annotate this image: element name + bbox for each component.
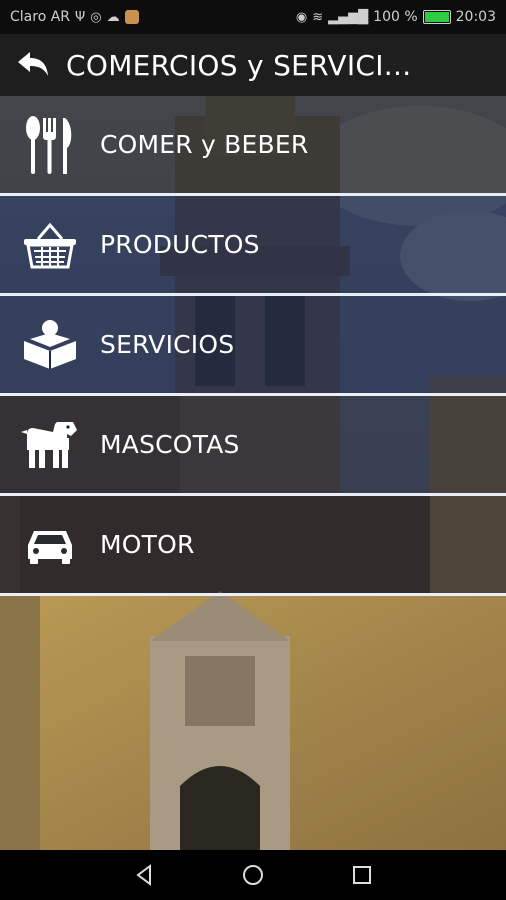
menu-item-label: SERVICIOS [100, 330, 235, 359]
nav-back-icon[interactable] [132, 863, 156, 887]
system-nav-bar [0, 850, 506, 900]
menu-item-productos[interactable]: PRODUCTOS [0, 196, 506, 296]
whatsapp-icon: ◎ [90, 9, 102, 25]
back-button[interactable] [0, 34, 66, 96]
menu-item-label: MOTOR [100, 530, 195, 559]
wifi-icon: ≋ [312, 9, 324, 25]
category-menu: COMER y BEBER PRODUCTOS SERVICIOS MASCOT… [0, 96, 506, 596]
menu-item-motor[interactable]: MOTOR [0, 496, 506, 596]
signal-icon: ▂▄▆█ [328, 9, 369, 25]
nav-recents-icon[interactable] [350, 863, 374, 887]
basket-icon [0, 196, 100, 293]
nav-home-icon[interactable] [241, 863, 265, 887]
menu-item-label: PRODUCTOS [100, 230, 260, 259]
reader-icon [0, 296, 100, 393]
time-label: 20:03 [455, 9, 496, 25]
app-header: COMERCIOS y SERVICI... [0, 34, 506, 96]
menu-item-comer-y-beber[interactable]: COMER y BEBER [0, 96, 506, 196]
menu-item-servicios[interactable]: SERVICIOS [0, 296, 506, 396]
app-notification-icon [124, 10, 139, 24]
hotspot-icon: ◉ [295, 9, 308, 25]
carrier-label: Claro AR [10, 9, 71, 25]
status-bar: Claro AR Ψ ◎ ☁ ◉ ≋ ▂▄▆█ 100 % 20:03 [0, 0, 506, 34]
page-title: COMERCIOS y SERVICI... [66, 48, 412, 82]
back-arrow-icon [18, 52, 48, 76]
battery-icon [422, 10, 451, 24]
menu-item-label: MASCOTAS [100, 430, 240, 459]
dog-icon [0, 396, 100, 493]
battery-label: 100 % [373, 9, 418, 25]
car-icon [0, 496, 100, 593]
menu-item-label: COMER y BEBER [100, 130, 309, 159]
cloud-icon: ☁ [106, 9, 120, 25]
cutlery-icon [0, 96, 100, 193]
menu-item-mascotas[interactable]: MASCOTAS [0, 396, 506, 496]
usb-icon: Ψ [75, 9, 86, 25]
